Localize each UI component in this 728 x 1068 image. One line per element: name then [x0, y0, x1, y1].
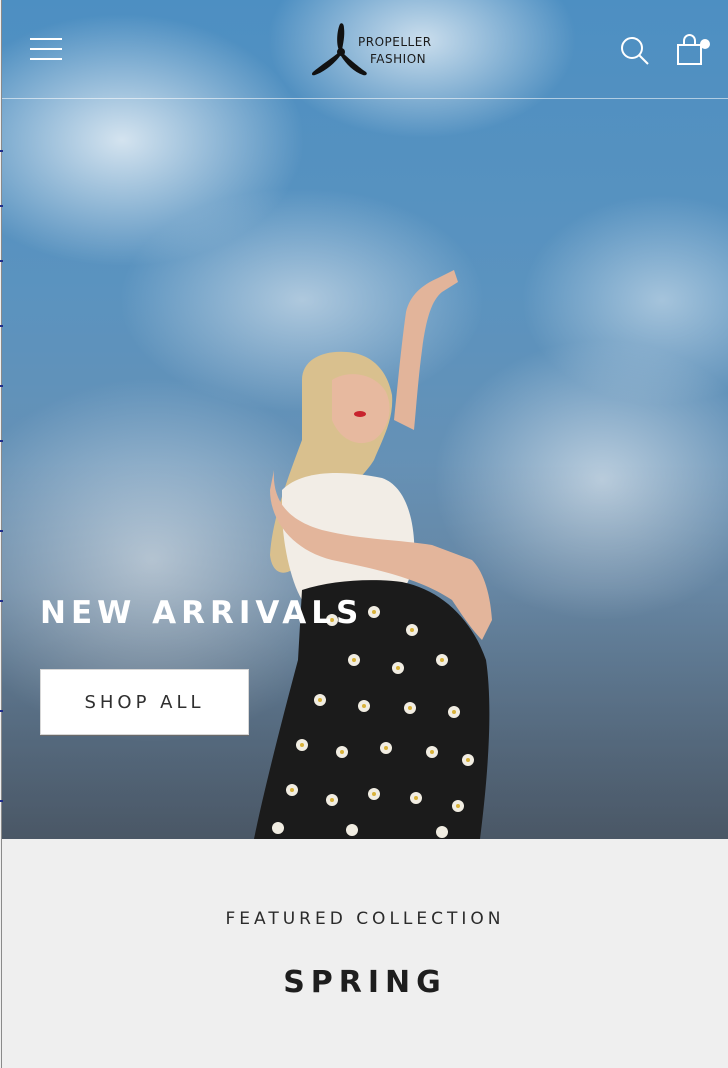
edge-mark — [0, 800, 3, 802]
featured-eyebrow: FEATURED COLLECTION — [225, 909, 505, 929]
edge-mark — [0, 710, 3, 712]
edge-mark — [0, 385, 3, 387]
site-header: PROPELLER FASHION — [2, 0, 728, 99]
edge-mark — [0, 530, 3, 532]
shop-all-button[interactable]: SHOP ALL — [40, 669, 249, 735]
hamburger-menu-icon[interactable] — [30, 38, 62, 62]
featured-collection-title: SPRING — [283, 965, 447, 1000]
shop-all-label: SHOP ALL — [84, 691, 205, 713]
hero-title: NEW ARRIVALS — [40, 595, 364, 631]
propeller-icon — [311, 23, 367, 76]
logo-text-line2: FASHION — [370, 52, 427, 66]
featured-collection-section: FEATURED COLLECTION SPRING — [2, 839, 728, 1068]
edge-mark — [0, 260, 3, 262]
edge-mark — [0, 325, 3, 327]
edge-mark — [0, 150, 3, 152]
page-left-border — [1, 0, 2, 1068]
site-logo[interactable]: PROPELLER FASHION — [308, 22, 438, 80]
search-icon[interactable] — [620, 36, 650, 66]
edge-mark — [0, 600, 3, 602]
logo-text-line1: PROPELLER — [358, 35, 432, 49]
edge-mark — [0, 440, 3, 442]
hero-banner: PROPELLER FASHION NEW ARRIVALS SHOP ALL — [2, 0, 728, 839]
edge-mark — [0, 205, 3, 207]
shopping-bag-icon[interactable] — [676, 33, 712, 68]
